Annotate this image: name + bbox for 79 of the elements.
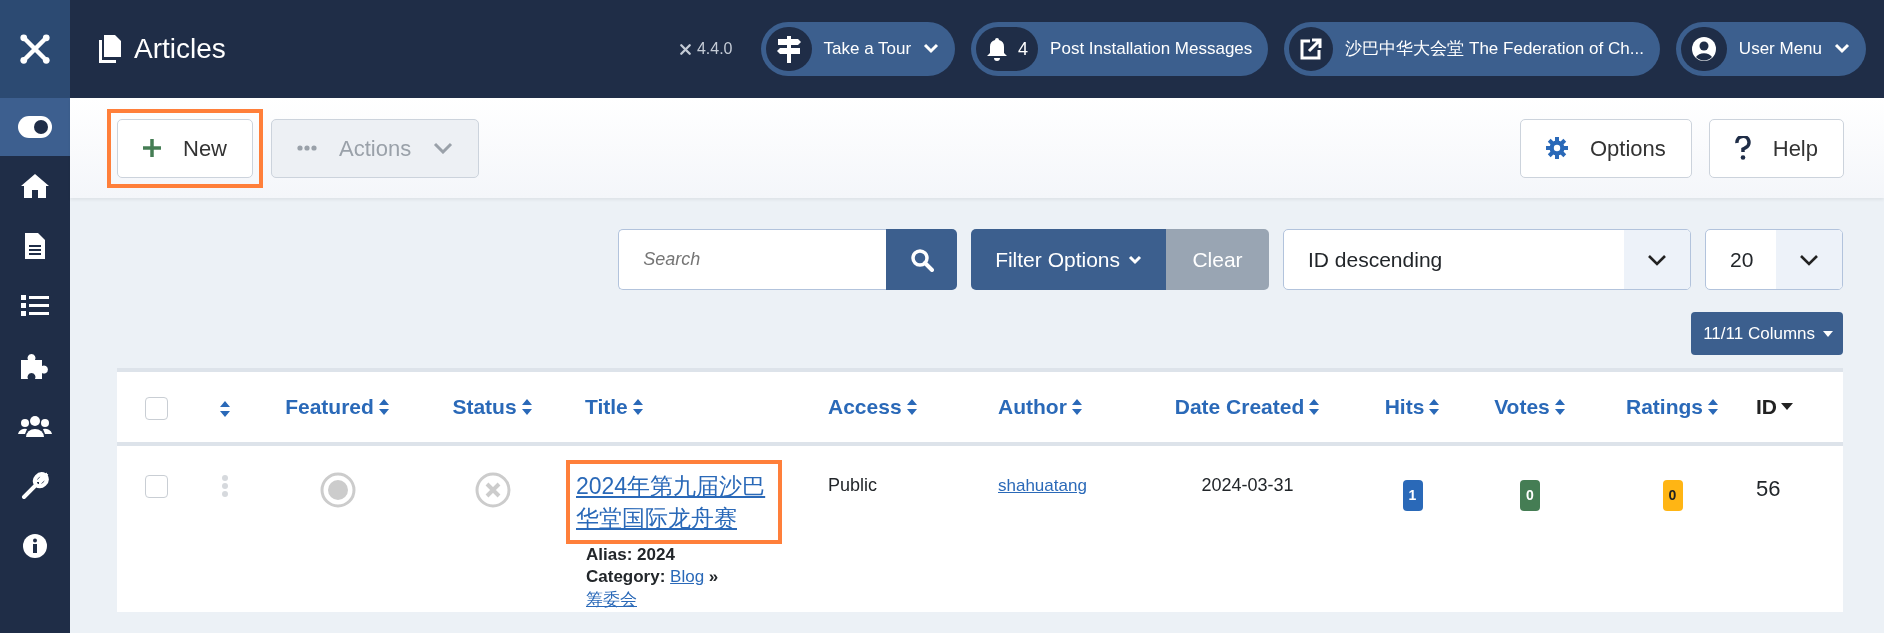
document-icon[interactable] <box>24 232 46 260</box>
sort-icon[interactable] <box>520 398 533 416</box>
puzzle-icon[interactable] <box>20 352 50 380</box>
column-header[interactable]: Votes <box>1494 391 1566 423</box>
column-header[interactable]: Hits <box>1384 391 1441 423</box>
category-label: Category: <box>586 567 666 587</box>
alias-text: Alias: 2024 <box>585 544 676 567</box>
chevron-down-icon <box>923 43 940 55</box>
users-icon[interactable] <box>18 414 52 438</box>
access-level: Public <box>828 475 878 495</box>
chevron-down-icon <box>433 142 454 154</box>
header-pill-button[interactable]: User Menu <box>1675 22 1866 76</box>
column-header[interactable]: Status <box>452 391 533 423</box>
votes-count-badge: 0 <box>1520 480 1540 511</box>
help-button[interactable]: Help <box>1708 118 1844 178</box>
toggle-icon[interactable] <box>18 116 52 138</box>
chevron-down-icon <box>1799 253 1819 266</box>
sort-icon[interactable] <box>377 398 390 416</box>
sort-icon[interactable] <box>1707 398 1719 416</box>
columns-button[interactable]: 11/11 Columns <box>1691 312 1843 355</box>
header-pill-button[interactable]: 4 Post Installation Messages <box>971 22 1269 76</box>
column-header[interactable]: ID <box>1756 391 1793 423</box>
column-header[interactable]: Access <box>828 391 918 423</box>
article-title-link[interactable]: 2024年第九届沙巴华堂国际龙舟赛 <box>576 470 772 535</box>
list-icon[interactable] <box>21 294 49 318</box>
select-field[interactable]: 20 <box>1705 229 1843 290</box>
caret-down-icon <box>1823 330 1833 337</box>
filter-options-button[interactable]: Filter Options <box>971 229 1166 290</box>
ratings-count-badge: 0 <box>1662 480 1683 511</box>
chevron-down-icon <box>1647 253 1667 266</box>
help-icon <box>1734 136 1751 160</box>
search-button[interactable] <box>886 229 958 290</box>
page-title: Articles <box>134 32 226 66</box>
version-label: 4.4.0 <box>696 39 733 59</box>
hits-count-badge: 1 <box>1402 480 1423 511</box>
row-checkbox[interactable] <box>144 474 168 498</box>
signpost-icon <box>775 35 802 63</box>
settings-icon <box>1545 137 1568 159</box>
article-id: 56 <box>1756 476 1781 501</box>
header-pill-button[interactable]: Take a Tour <box>760 22 956 76</box>
joomla-logo-icon <box>677 41 693 57</box>
documents-icon <box>98 34 122 64</box>
breadcrumb-separator: » <box>708 567 719 587</box>
drag-handle-icon[interactable] <box>221 475 229 498</box>
column-header[interactable]: Ratings <box>1626 391 1719 423</box>
external-link-icon <box>1299 37 1324 61</box>
sort-icon[interactable] <box>1553 398 1566 416</box>
sort-desc-icon[interactable] <box>1781 403 1793 411</box>
chevron-down-icon <box>1834 43 1850 55</box>
bell-icon <box>986 37 1009 61</box>
sort-icon[interactable] <box>1070 398 1083 416</box>
column-header[interactable]: Title <box>585 391 644 423</box>
home-icon[interactable] <box>20 173 50 199</box>
new-button[interactable]: New <box>117 118 253 178</box>
header-pill-button[interactable]: 沙巴中华大会堂 The Federation of Ch... <box>1284 22 1660 76</box>
joomla-logo-icon <box>17 31 53 67</box>
user-avatar-icon <box>1690 36 1717 62</box>
sort-icon[interactable] <box>1308 398 1321 416</box>
chevron-down-icon <box>1128 254 1142 265</box>
select-all-checkbox[interactable] <box>144 397 168 421</box>
search-icon <box>909 247 934 272</box>
sort-icon[interactable] <box>631 398 644 416</box>
options-button[interactable]: Options <box>1519 118 1692 178</box>
search-field[interactable]: Search <box>618 229 887 290</box>
category-link[interactable]: 筹委会 <box>586 589 637 609</box>
message-count: 4 <box>1018 37 1029 61</box>
author-link[interactable]: shahuatang <box>998 476 1087 495</box>
sort-icon[interactable] <box>219 399 231 418</box>
column-header[interactable]: Featured <box>285 391 390 423</box>
date-created: 2024-03-31 <box>1201 475 1294 495</box>
sort-icon[interactable] <box>905 398 918 416</box>
sort-icon[interactable] <box>1428 398 1441 416</box>
plus-icon <box>143 139 161 157</box>
column-header[interactable]: Author <box>998 391 1083 423</box>
select-field[interactable]: ID descending <box>1283 229 1691 290</box>
ellipsis-icon <box>297 145 317 151</box>
column-header[interactable]: Date Created <box>1174 391 1321 423</box>
category-link[interactable]: Blog <box>670 567 705 587</box>
info-icon[interactable] <box>22 533 48 559</box>
